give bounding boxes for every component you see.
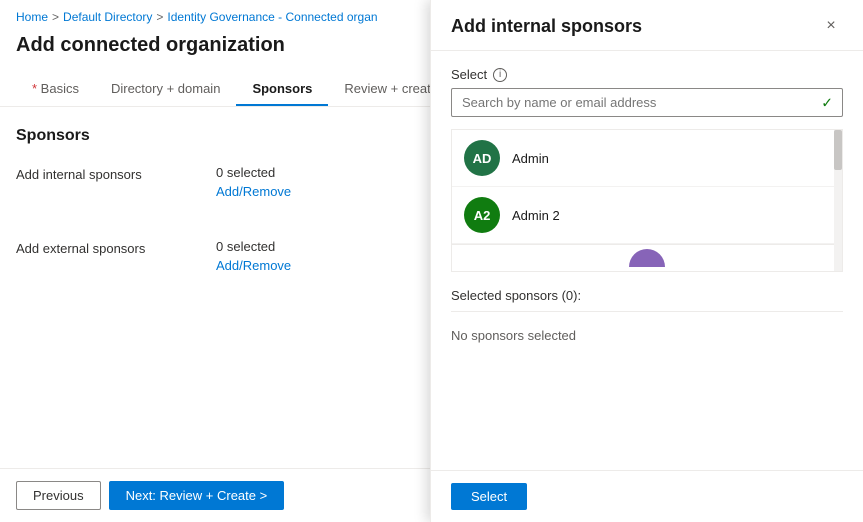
search-input[interactable] bbox=[451, 88, 843, 117]
scrollbar[interactable] bbox=[834, 130, 842, 271]
external-sponsors-label: Add external sponsors bbox=[16, 239, 216, 256]
partial-user-hint bbox=[452, 244, 842, 271]
avatar-a2: A2 bbox=[464, 197, 500, 233]
selected-sponsors-label: Selected sponsors (0): bbox=[451, 288, 843, 312]
select-button[interactable]: Select bbox=[451, 483, 527, 510]
search-check-icon: ✓ bbox=[821, 94, 833, 111]
internal-sponsors-row: Add internal sponsors 0 selected Add/Rem… bbox=[16, 165, 414, 215]
internal-sponsors-info: 0 selected Add/Remove bbox=[216, 165, 414, 199]
user-name-admin: Admin bbox=[512, 151, 549, 166]
sponsors-section-title: Sponsors bbox=[16, 127, 414, 145]
previous-button[interactable]: Previous bbox=[16, 481, 101, 510]
internal-selected-count: 0 selected bbox=[216, 165, 414, 180]
select-label: Select bbox=[451, 67, 487, 82]
search-box-wrap: ✓ bbox=[451, 88, 843, 117]
internal-sponsors-label: Add internal sponsors bbox=[16, 165, 216, 182]
panel-header: Add internal sponsors × bbox=[431, 0, 863, 51]
breadcrumb-item1[interactable]: Default Directory bbox=[63, 10, 152, 24]
close-panel-button[interactable]: × bbox=[819, 14, 843, 38]
tab-sponsors[interactable]: Sponsors bbox=[236, 73, 328, 106]
tab-directory-domain[interactable]: Directory + domain bbox=[95, 73, 236, 106]
user-item-admin[interactable]: AD Admin bbox=[452, 130, 842, 187]
user-name-admin2: Admin 2 bbox=[512, 208, 560, 223]
scrollbar-thumb bbox=[834, 130, 842, 170]
breadcrumb-home[interactable]: Home bbox=[16, 10, 48, 24]
tab-bar: Basics Directory + domain Sponsors Revie… bbox=[0, 73, 430, 107]
internal-add-remove-link[interactable]: Add/Remove bbox=[216, 184, 291, 199]
info-icon[interactable]: i bbox=[493, 68, 507, 82]
tab-basics[interactable]: Basics bbox=[16, 73, 95, 106]
user-item-admin2[interactable]: A2 Admin 2 bbox=[452, 187, 842, 244]
external-sponsors-row: Add external sponsors 0 selected Add/Rem… bbox=[16, 239, 414, 289]
external-sponsors-info: 0 selected Add/Remove bbox=[216, 239, 414, 273]
external-selected-count: 0 selected bbox=[216, 239, 414, 254]
breadcrumb-sep2: > bbox=[156, 10, 163, 24]
footer-bar: Previous Next: Review + Create > bbox=[0, 468, 430, 522]
breadcrumb: Home > Default Directory > Identity Gove… bbox=[0, 0, 430, 30]
avatar-ad: AD bbox=[464, 140, 500, 176]
no-sponsors-text: No sponsors selected bbox=[451, 320, 843, 351]
user-list: AD Admin A2 Admin 2 bbox=[451, 129, 843, 272]
add-internal-sponsors-panel: Add internal sponsors × Select i ✓ AD Ad… bbox=[430, 0, 863, 522]
breadcrumb-item2[interactable]: Identity Governance - Connected organ bbox=[167, 10, 377, 24]
panel-title: Add internal sponsors bbox=[451, 16, 642, 37]
next-button[interactable]: Next: Review + Create > bbox=[109, 481, 285, 510]
select-label-row: Select i bbox=[451, 67, 843, 82]
breadcrumb-sep1: > bbox=[52, 10, 59, 24]
page-title: Add connected organization bbox=[0, 30, 430, 73]
external-add-remove-link[interactable]: Add/Remove bbox=[216, 258, 291, 273]
panel-body: Select i ✓ AD Admin A2 Admin 2 Selected … bbox=[431, 51, 863, 470]
main-page: Home > Default Directory > Identity Gove… bbox=[0, 0, 430, 522]
partial-avatar-circle bbox=[629, 249, 665, 267]
content-area: Sponsors Add internal sponsors 0 selecte… bbox=[0, 107, 430, 468]
panel-footer: Select bbox=[431, 470, 863, 522]
